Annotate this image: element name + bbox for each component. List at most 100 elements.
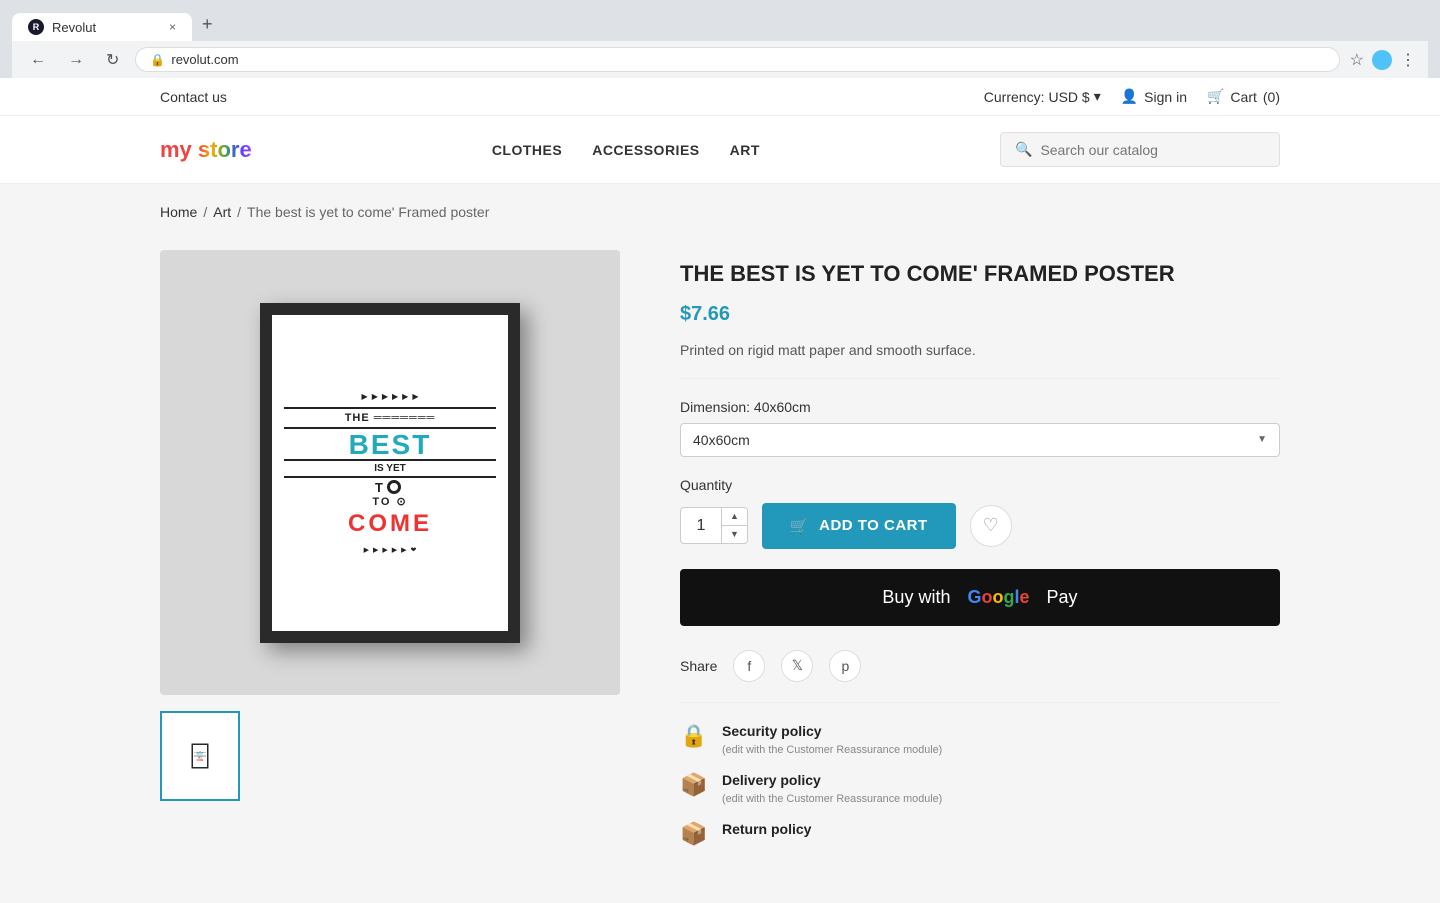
poster-inner: ▶▶▶▶▶▶ THE ═══════ BEST IS YET T TO ⊙ CO… <box>272 315 508 631</box>
breadcrumb-art[interactable]: Art <box>213 204 231 220</box>
currency-label: Currency: <box>984 89 1045 105</box>
lock-icon: 🔒 <box>150 53 165 67</box>
poster-to-text: T <box>375 480 383 495</box>
quantity-label: Quantity <box>680 477 1280 493</box>
search-box[interactable]: 🔍 <box>1000 132 1280 167</box>
breadcrumb-current: The best is yet to come' Framed poster <box>247 204 489 220</box>
poster-circle-o <box>387 480 401 494</box>
new-tab-button[interactable]: + <box>192 8 223 41</box>
top-bar: Contact us Currency: USD $ ▾ 👤 Sign in 🛒… <box>0 78 1440 116</box>
delivery-policy-title: Delivery policy <box>722 772 942 788</box>
security-policy: 🔒 Security policy (edit with the Custome… <box>680 723 1280 756</box>
return-policy-text: Return policy <box>722 821 811 839</box>
browser-tab-revolut[interactable]: R Revolut × <box>12 13 192 41</box>
tab-title: Revolut <box>52 20 96 35</box>
cart-icon: 🛒 <box>1207 88 1224 105</box>
nav-clothes[interactable]: CLOTHES <box>492 142 562 158</box>
thumbnail-row: THE BEST IS YET TO ⊙ COME <box>160 711 620 801</box>
quantity-value[interactable]: 1 <box>681 509 721 543</box>
logo[interactable]: my store <box>160 137 252 163</box>
google-g-logo: Google <box>967 587 1029 608</box>
heart-icon: ♡ <box>983 515 999 536</box>
search-input[interactable] <box>1040 142 1265 158</box>
logo-store: store <box>198 137 252 162</box>
back-button[interactable]: ← <box>24 49 52 71</box>
poster-best: BEST <box>349 431 432 459</box>
browser-tabs: R Revolut × + <box>12 8 1428 41</box>
dimension-value: 40x60cm <box>693 432 750 448</box>
url-text: revolut.com <box>171 52 238 67</box>
bookmark-button[interactable]: ☆ <box>1350 50 1364 70</box>
quantity-input[interactable]: 1 ▲ ▼ <box>680 507 748 544</box>
facebook-share-button[interactable]: f <box>733 650 765 682</box>
top-bar-right: Currency: USD $ ▾ 👤 Sign in 🛒 Cart (0) <box>984 88 1280 105</box>
cart-btn-icon: 🛒 <box>790 517 809 535</box>
wishlist-button[interactable]: ♡ <box>970 505 1012 547</box>
breadcrumb-home[interactable]: Home <box>160 204 197 220</box>
buy-with-label: Buy with <box>882 587 950 608</box>
dimension-select[interactable]: 40x60cm ▼ <box>680 423 1280 457</box>
share-row: Share f 𝕏 p <box>680 650 1280 703</box>
page: Contact us Currency: USD $ ▾ 👤 Sign in 🛒… <box>0 78 1440 903</box>
poster-frame: ▶▶▶▶▶▶ THE ═══════ BEST IS YET T TO ⊙ CO… <box>260 303 520 643</box>
contact-us-link[interactable]: Contact us <box>160 89 227 105</box>
logo-my: my <box>160 137 198 162</box>
facebook-icon: f <box>747 658 751 674</box>
sign-in-label: Sign in <box>1144 89 1187 105</box>
product-description: Printed on rigid matt paper and smooth s… <box>680 342 1280 379</box>
menu-button[interactable]: ⋮ <box>1400 50 1416 70</box>
currency-value: USD $ <box>1048 89 1089 105</box>
user-profile-dot[interactable] <box>1372 50 1392 70</box>
poster-heart: ❤ <box>411 546 417 554</box>
security-policy-text: Security policy (edit with the Customer … <box>722 723 942 756</box>
add-to-cart-button[interactable]: 🛒 ADD TO CART <box>762 503 956 549</box>
return-policy: 📦 Return policy <box>680 821 1280 847</box>
pinterest-icon: p <box>841 658 849 674</box>
thumbnail-1[interactable]: THE BEST IS YET TO ⊙ COME <box>160 711 240 801</box>
pinterest-share-button[interactable]: p <box>829 650 861 682</box>
return-policy-title: Return policy <box>722 821 811 837</box>
image-gallery: ▶▶▶▶▶▶ THE ═══════ BEST IS YET T TO ⊙ CO… <box>160 250 620 863</box>
product-section: ▶▶▶▶▶▶ THE ═══════ BEST IS YET T TO ⊙ CO… <box>0 240 1440 903</box>
nav-bar: my store CLOTHES ACCESSORIES ART 🔍 <box>0 116 1440 184</box>
poster-arrows-top: ▶▶▶▶▶▶ <box>362 392 419 401</box>
delivery-policy: 📦 Delivery policy (edit with the Custome… <box>680 772 1280 805</box>
poster-bottom-row: ▶▶▶▶▶ ❤ <box>364 546 417 554</box>
poster-to-row: T <box>375 480 405 495</box>
product-price: $7.66 <box>680 303 1280 326</box>
breadcrumb: Home / Art / The best is yet to come' Fr… <box>0 184 1440 240</box>
browser-address-bar: ← → ↻ 🔒 revolut.com ☆ ⋮ <box>12 41 1428 78</box>
nav-art[interactable]: ART <box>730 142 760 158</box>
poster-the: THE ═══════ <box>284 407 496 429</box>
quantity-down-button[interactable]: ▼ <box>721 526 747 543</box>
currency-chevron-icon: ▾ <box>1094 88 1101 105</box>
tab-favicon: R <box>28 19 44 35</box>
cart-button[interactable]: 🛒 Cart (0) <box>1207 88 1280 105</box>
google-pay-button[interactable]: Buy with Google Pay <box>680 569 1280 626</box>
tab-close-button[interactable]: × <box>169 20 176 34</box>
security-policy-title: Security policy <box>722 723 942 739</box>
add-to-cart-label: ADD TO CART <box>819 517 928 534</box>
quantity-row: 1 ▲ ▼ 🛒 ADD TO CART ♡ <box>680 503 1280 549</box>
currency-selector[interactable]: Currency: USD $ ▾ <box>984 88 1101 105</box>
breadcrumb-sep-2: / <box>237 204 241 220</box>
breadcrumb-sep-1: / <box>203 204 207 220</box>
sign-in-button[interactable]: 👤 Sign in <box>1121 88 1187 105</box>
user-icon: 👤 <box>1121 88 1138 105</box>
search-icon: 🔍 <box>1015 141 1032 158</box>
twitter-icon: 𝕏 <box>792 657 803 674</box>
share-label: Share <box>680 658 717 674</box>
security-icon: 🔒 <box>680 723 708 749</box>
forward-button[interactable]: → <box>62 49 90 71</box>
refresh-button[interactable]: ↻ <box>100 48 125 72</box>
quantity-up-button[interactable]: ▲ <box>721 508 747 526</box>
contact-us-text[interactable]: Contact us <box>160 89 227 105</box>
browser-actions: ☆ ⋮ <box>1350 50 1416 70</box>
url-bar[interactable]: 🔒 revolut.com <box>135 47 1339 72</box>
product-title: THE BEST IS YET TO COME' FRAMED POSTER <box>680 260 1280 289</box>
nav-accessories[interactable]: ACCESSORIES <box>592 142 699 158</box>
nav-links: CLOTHES ACCESSORIES ART <box>492 142 760 158</box>
product-info: THE BEST IS YET TO COME' FRAMED POSTER $… <box>680 250 1280 863</box>
twitter-share-button[interactable]: 𝕏 <box>781 650 813 682</box>
main-product-image: ▶▶▶▶▶▶ THE ═══════ BEST IS YET T TO ⊙ CO… <box>160 250 620 695</box>
